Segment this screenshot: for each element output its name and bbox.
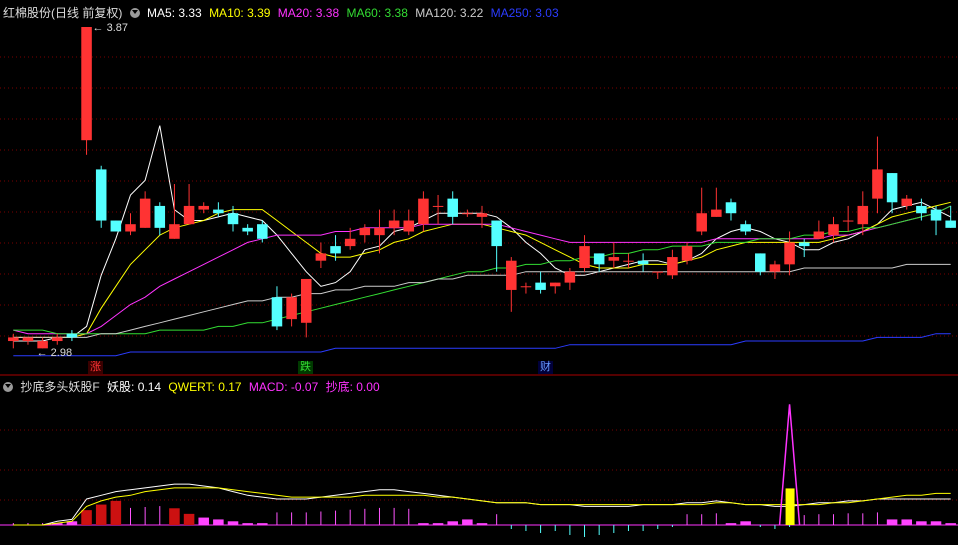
candle-body — [593, 253, 605, 265]
candle-body — [623, 260, 634, 262]
candle-body — [476, 213, 488, 217]
indicator-bar — [81, 510, 92, 525]
candle-body — [447, 198, 458, 217]
candle-body — [95, 169, 107, 221]
indicator-bar — [916, 521, 927, 525]
candle-body — [901, 198, 913, 206]
candle-body — [169, 224, 180, 239]
qwert-line — [13, 487, 951, 526]
candle-body — [535, 282, 546, 290]
candle-body — [549, 282, 561, 287]
indicator-bar — [95, 504, 107, 525]
indicator-bar — [740, 521, 751, 525]
candle-body — [198, 205, 209, 210]
candle-body — [681, 246, 693, 261]
indicator-bar — [110, 500, 122, 525]
indicator-bar — [901, 519, 913, 525]
candle-body — [139, 198, 151, 228]
candle-body — [608, 257, 620, 261]
candle-body — [520, 286, 532, 288]
indicator-bar — [227, 521, 239, 525]
indicator-bar — [930, 521, 942, 525]
candle-body — [330, 246, 341, 254]
indicator-bar — [418, 523, 429, 525]
indicator-bar — [447, 521, 458, 525]
candle-body — [828, 224, 839, 236]
candle-body — [637, 260, 649, 265]
indicator-bar — [476, 523, 488, 525]
indicator-bar — [432, 523, 444, 525]
candle-body — [374, 227, 385, 236]
candle-body — [652, 271, 664, 273]
candle-body — [506, 260, 517, 290]
candle-body — [857, 205, 869, 225]
indicator-bar — [462, 519, 473, 525]
candle-body — [213, 209, 224, 214]
indicator-bar — [169, 508, 180, 525]
candle-body — [916, 205, 927, 214]
high-price-label: ← 3.87 — [93, 22, 128, 34]
indicator-bar — [257, 523, 268, 525]
candle-body — [432, 205, 444, 207]
candle-body — [798, 242, 810, 247]
candle-body — [22, 337, 34, 342]
indicator-bar — [725, 523, 737, 525]
low-price-label: ← 2.98 — [37, 347, 72, 359]
candle-body — [564, 271, 576, 283]
ma-line-ma5 — [13, 125, 951, 342]
candle-body — [286, 297, 297, 320]
candle-body — [842, 220, 854, 222]
candle-body — [110, 220, 122, 232]
candle-body — [579, 246, 590, 269]
ma-line-ma120 — [13, 263, 951, 338]
candle-body — [242, 227, 253, 232]
candle-body — [315, 253, 327, 261]
candle-body — [388, 220, 400, 228]
candle-body — [81, 27, 92, 141]
candle-body — [183, 205, 195, 225]
indicator-bar — [198, 517, 209, 525]
candle-body — [51, 337, 63, 342]
candle-body — [711, 209, 722, 217]
candle-body — [462, 213, 473, 215]
indicator-bar — [183, 513, 195, 525]
candle-body — [344, 238, 356, 247]
candle-body — [725, 202, 737, 214]
candle-body — [784, 242, 795, 265]
candle-body — [755, 253, 766, 272]
candle-body — [945, 220, 956, 228]
candle-body — [271, 297, 283, 327]
candle-body — [491, 220, 502, 247]
candle-body — [8, 337, 19, 342]
candle-body — [813, 231, 825, 239]
ma-line-ma250 — [13, 333, 951, 357]
indicator-bar — [886, 519, 898, 525]
candle-body — [886, 173, 898, 203]
candle-body — [740, 224, 751, 232]
candle-body — [154, 205, 166, 228]
candle-body — [769, 264, 781, 272]
candle-body — [930, 209, 942, 221]
candle-body — [667, 257, 678, 276]
stock-chart-window: 红棉股份(日线 前复权) MA5: 3.33 MA10: 3.39 MA20: … — [0, 0, 958, 545]
price-chart-svg[interactable]: ← 3.87 ← 2.98 — [0, 0, 958, 545]
candle-body — [403, 220, 415, 232]
candle-body — [125, 224, 136, 232]
indicator-bar — [242, 523, 253, 525]
candle-body — [300, 278, 312, 323]
candle-body — [257, 224, 268, 239]
indicator-bar — [945, 523, 956, 525]
candle-body — [227, 213, 239, 225]
candle-body — [696, 213, 707, 232]
indicator-bar — [213, 519, 224, 525]
candle-body — [418, 198, 429, 225]
chaodi-yellow-bar — [785, 488, 795, 525]
candle-body — [359, 227, 371, 236]
candle-body — [66, 333, 78, 338]
candle-body — [872, 169, 883, 199]
